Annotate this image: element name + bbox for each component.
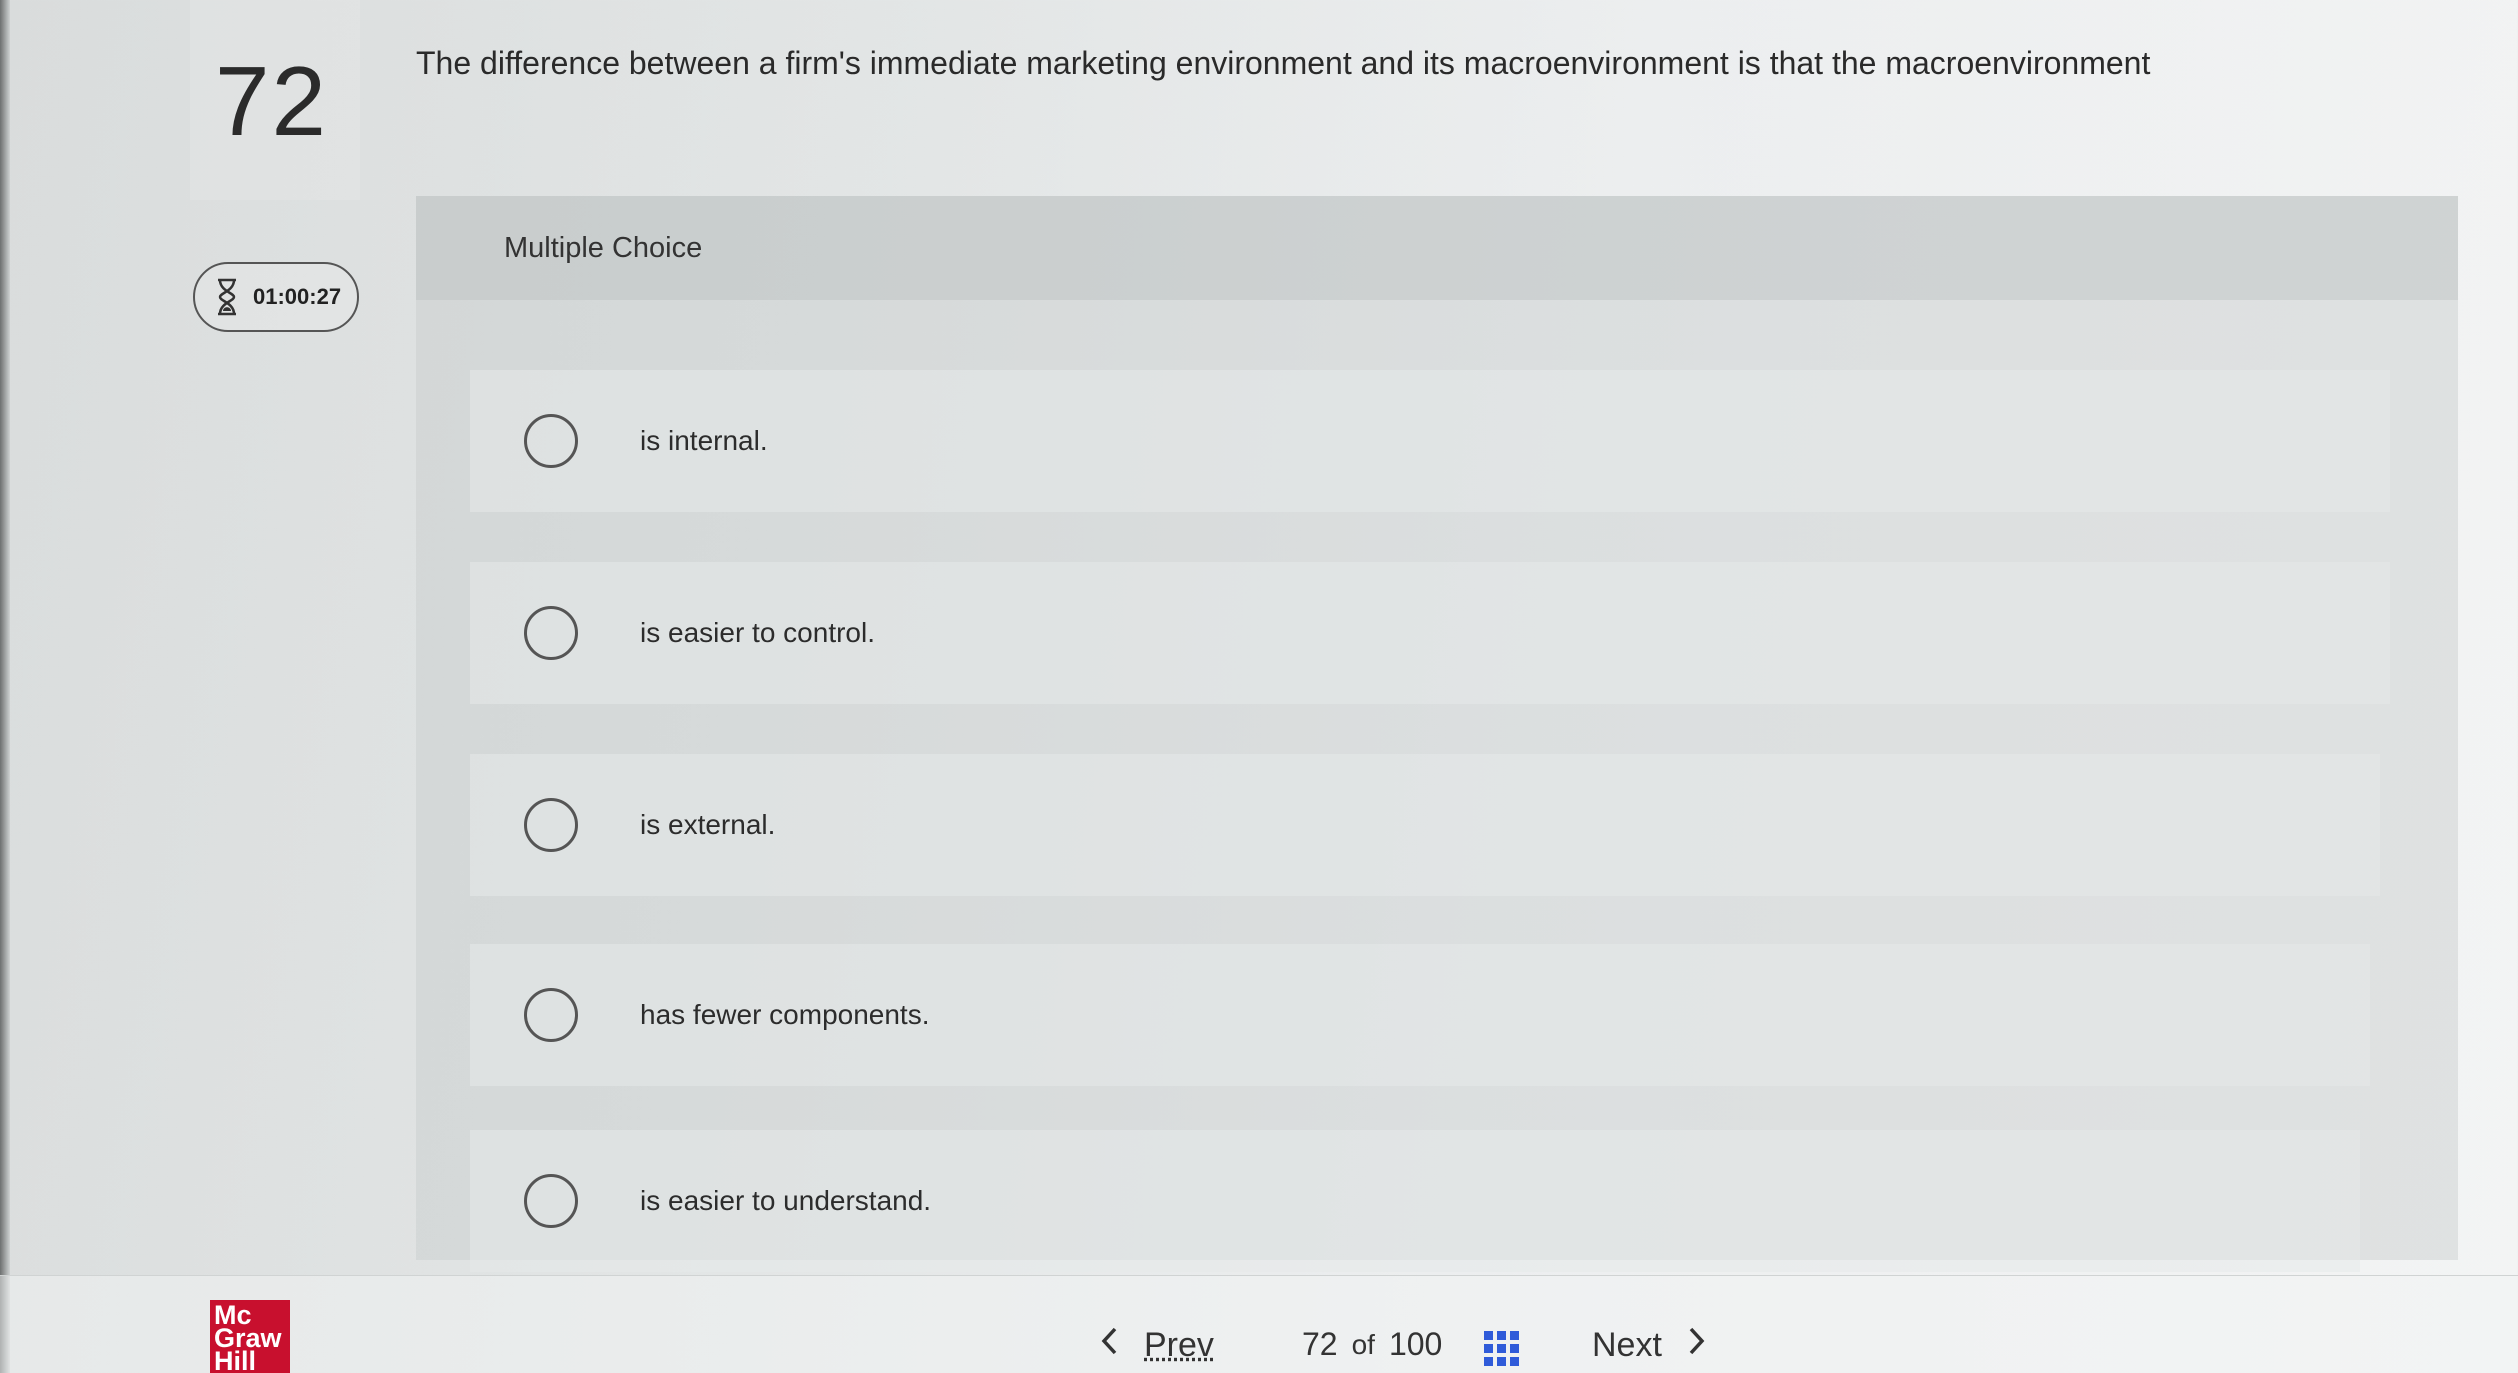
timer-value: 01:00:27 [253, 284, 342, 309]
choice-label: has fewer components. [640, 999, 930, 1030]
screen-edge [0, 0, 10, 1373]
radio-button[interactable] [524, 1174, 578, 1228]
radio-button[interactable] [524, 606, 578, 660]
chevron-left-icon [1100, 1326, 1118, 1365]
prev-label: Prev [1144, 1326, 1214, 1364]
question-number: 72 [215, 46, 329, 156]
total-pages: 100 [1388, 1326, 1443, 1362]
choice-option-2[interactable]: is easier to control. [470, 562, 2390, 704]
panel-header [416, 196, 2458, 300]
choice-option-3[interactable]: is external. [470, 754, 2380, 896]
choice-option-1[interactable]: is internal. [470, 370, 2390, 512]
choice-label: is easier to control. [640, 617, 875, 648]
choices-panel [416, 196, 2458, 1260]
radio-button[interactable] [524, 414, 578, 468]
choice-label: is easier to understand. [640, 1185, 932, 1216]
page-indicator: 72 of 100 [1302, 1326, 1442, 1363]
footer-bar [0, 1275, 2518, 1373]
hourglass-icon [215, 277, 239, 317]
of-label: of [1351, 1328, 1375, 1360]
question-type-label: Multiple Choice [504, 232, 703, 264]
choice-label: is internal. [640, 425, 768, 456]
mcgraw-hill-logo: Mc Graw Hill [210, 1300, 290, 1373]
question-grid-icon[interactable] [1484, 1331, 1520, 1367]
radio-button[interactable] [524, 988, 578, 1042]
choice-option-4[interactable]: has fewer components. [470, 944, 2370, 1086]
timer[interactable]: 01:00:27 [193, 262, 359, 332]
chevron-right-icon [1688, 1326, 1706, 1365]
choice-option-5[interactable]: is easier to understand. [470, 1130, 2360, 1272]
radio-button[interactable] [524, 798, 578, 852]
question-text: The difference between a firm's immediat… [416, 45, 2151, 81]
prev-button[interactable]: Prev [1100, 1326, 1214, 1365]
choice-label: is external. [640, 809, 776, 840]
logo-line: Hill [214, 1346, 257, 1373]
next-button[interactable]: Next [1592, 1326, 1706, 1365]
current-page: 72 [1302, 1326, 1338, 1362]
next-label: Next [1592, 1326, 1662, 1364]
